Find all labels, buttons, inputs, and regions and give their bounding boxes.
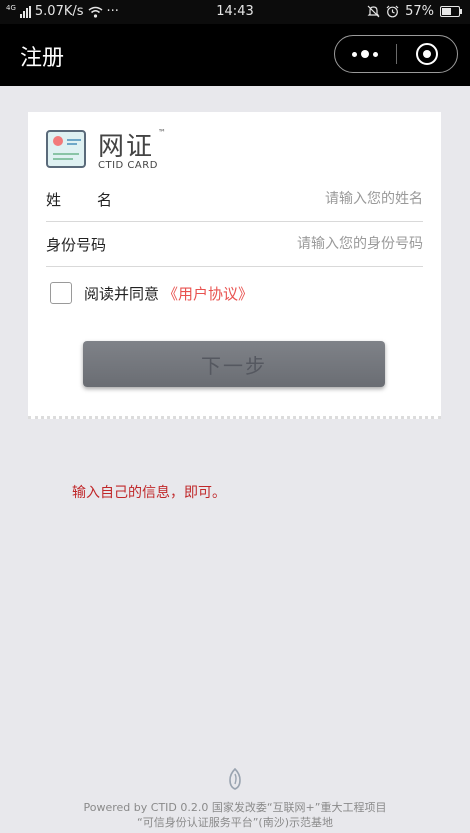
next-step-button[interactable]: 下一步 — [83, 341, 385, 387]
status-right: 57% — [367, 4, 462, 19]
status-bar: 4G 5.07K/s ··· 14:43 57% — [0, 0, 470, 24]
agree-text: 阅读并同意 — [84, 284, 160, 303]
alarm-icon — [386, 5, 399, 18]
id-row: 身份号码 — [46, 222, 423, 267]
nav-bar: 注册 — [0, 24, 470, 86]
name-label: 姓名 — [46, 191, 149, 209]
id-card-logo-icon — [46, 130, 86, 168]
more-dots-icon — [352, 50, 379, 58]
target-icon — [415, 43, 438, 65]
close-mini-program-button[interactable] — [397, 36, 458, 72]
annotation-text: 输入自己的信息，即可。 — [72, 485, 226, 501]
logo-subtext: CTID CARD — [98, 160, 158, 171]
more-menu-button[interactable] — [335, 36, 396, 72]
name-row: 姓名 — [46, 177, 423, 222]
battery-fill — [442, 8, 451, 15]
name-input[interactable] — [183, 186, 423, 212]
footer: Powered by CTID 0.2.0 国家发改委“互联网+”重大工程项目 … — [0, 768, 470, 830]
footer-line-2: “可信身份认证服务平台”(南沙)示范基地 — [137, 816, 333, 829]
logo-text: 网证 — [98, 132, 155, 162]
battery-icon — [440, 6, 462, 17]
agreement-row: 阅读并同意 《用户协议》 — [50, 282, 253, 304]
id-label: 身份号码 — [46, 236, 107, 254]
id-number-input[interactable] — [183, 231, 423, 257]
logo-trademark: ™ — [158, 128, 166, 137]
page-title: 注册 — [20, 46, 65, 71]
ctid-shield-icon — [229, 768, 241, 790]
register-card: 网证 ™ CTID CARD 姓名 身份号码 阅读并同意 《用户协议》 下一步 — [28, 112, 441, 419]
user-agreement-link[interactable]: 《用户协议》 — [163, 283, 253, 304]
agree-checkbox[interactable] — [50, 282, 72, 304]
mini-program-capsule — [334, 35, 458, 73]
footer-line-1: Powered by CTID 0.2.0 国家发改委“互联网+”重大工程项目 — [83, 801, 387, 814]
mute-icon — [367, 5, 380, 18]
battery-percent: 57% — [405, 4, 434, 19]
